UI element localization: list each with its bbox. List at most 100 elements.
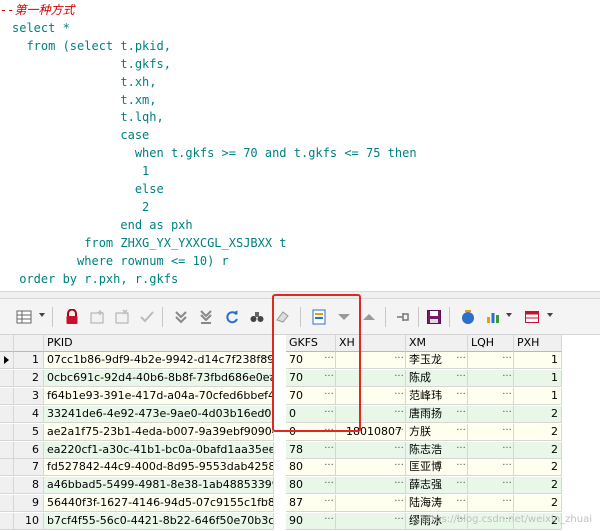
cell-editor-ellipsis-icon[interactable]: ··· bbox=[502, 388, 512, 405]
row-indicator[interactable] bbox=[0, 495, 14, 513]
cell-editor-ellipsis-icon[interactable]: ··· bbox=[456, 388, 466, 405]
cell-editor-ellipsis-icon[interactable]: ··· bbox=[502, 406, 512, 423]
cell-editor-ellipsis-icon[interactable]: ··· bbox=[456, 442, 466, 459]
cell-editor-ellipsis-icon[interactable]: ··· bbox=[456, 495, 466, 512]
cell-editor-ellipsis-icon[interactable]: ··· bbox=[324, 495, 334, 512]
column-header-lqh[interactable]: LQH bbox=[468, 335, 514, 352]
cell-pxh[interactable]: 2 bbox=[514, 405, 562, 423]
row-indicator[interactable] bbox=[0, 387, 14, 405]
result-grid[interactable]: PKID GKFS XH XM LQH PXH 1 07cc1b86-9df9-4b2e-99… bbox=[0, 335, 600, 531]
save-icon[interactable] bbox=[424, 307, 444, 327]
pane-splitter[interactable] bbox=[0, 291, 600, 299]
cell-editor-ellipsis-icon[interactable]: ··· bbox=[262, 406, 272, 423]
cell-editor-ellipsis-icon[interactable]: ··· bbox=[324, 513, 334, 530]
cell-pkid[interactable]: 56440f3f-1627-4146-94d5-07c9155c1fb8 bbox=[44, 495, 274, 513]
cell-editor-ellipsis-icon[interactable]: ··· bbox=[262, 424, 272, 441]
cell-editor-ellipsis-icon[interactable]: ··· bbox=[262, 513, 272, 530]
cell-pxh[interactable]: 1 bbox=[514, 352, 562, 369]
row-indicator[interactable] bbox=[0, 477, 14, 495]
table-row[interactable]: 5 ae2a1f75-23b1-4eda-b007-9a39ebf90904 ···… bbox=[0, 423, 600, 441]
cell-editor-ellipsis-icon[interactable]: ··· bbox=[324, 370, 334, 387]
cell-editor-ellipsis-icon[interactable]: ··· bbox=[324, 459, 334, 476]
column-header-gkfs[interactable]: GKFS bbox=[286, 335, 336, 352]
row-indicator[interactable] bbox=[0, 441, 14, 459]
row-indicator[interactable] bbox=[0, 369, 14, 387]
cell-editor-ellipsis-icon[interactable]: ··· bbox=[502, 424, 512, 441]
chart-icon[interactable] bbox=[483, 307, 503, 327]
table-row[interactable]: 2 0cbc691c-92d4-40b6-8b8f-73fbd686e0ea ···… bbox=[0, 369, 600, 387]
lock-icon[interactable] bbox=[62, 307, 82, 327]
row-indicator[interactable] bbox=[0, 423, 14, 441]
cell-editor-ellipsis-icon[interactable]: ··· bbox=[324, 352, 334, 369]
cell-pkid[interactable]: 33241de6-4e92-473e-9ae0-4d03b16ed084 bbox=[44, 405, 274, 423]
cell-pxh[interactable]: 1 bbox=[514, 369, 562, 387]
cell-pxh[interactable]: 2 bbox=[514, 423, 562, 441]
chevron-down-icon[interactable] bbox=[39, 313, 45, 317]
cell-editor-ellipsis-icon[interactable]: ··· bbox=[394, 370, 404, 387]
cell-editor-ellipsis-icon[interactable]: ··· bbox=[502, 459, 512, 476]
cell-editor-ellipsis-icon[interactable]: ··· bbox=[394, 388, 404, 405]
cell-editor-ellipsis-icon[interactable]: ··· bbox=[456, 424, 466, 441]
cell-editor-ellipsis-icon[interactable]: ··· bbox=[324, 388, 334, 405]
cell-pkid[interactable]: 0cbc691c-92d4-40b6-8b8f-73fbd686e0ea bbox=[44, 369, 274, 387]
table-row[interactable]: 8 a46bbad5-5499-4981-8e38-1ab488533998 ···… bbox=[0, 477, 600, 495]
cell-editor-ellipsis-icon[interactable]: ··· bbox=[394, 406, 404, 423]
cell-editor-ellipsis-icon[interactable]: ··· bbox=[262, 477, 272, 494]
cell-pkid[interactable]: b7cf4f55-56c0-4421-8b22-646f50e70b3c bbox=[44, 513, 274, 531]
current-row-indicator[interactable] bbox=[0, 352, 14, 369]
cell-editor-ellipsis-icon[interactable]: ··· bbox=[394, 442, 404, 459]
fetch-all-icon[interactable] bbox=[196, 307, 216, 327]
cell-editor-ellipsis-icon[interactable]: ··· bbox=[502, 370, 512, 387]
cell-editor-ellipsis-icon[interactable]: ··· bbox=[456, 459, 466, 476]
cell-editor-ellipsis-icon[interactable]: ··· bbox=[262, 495, 272, 512]
cell-pkid[interactable]: ae2a1f75-23b1-4eda-b007-9a39ebf90904 bbox=[44, 423, 274, 441]
sql-editor[interactable]: --第一种方式 select * from (select t.pkid, t.g… bbox=[0, 0, 600, 291]
cell-editor-ellipsis-icon[interactable]: ··· bbox=[324, 442, 334, 459]
row-indicator[interactable] bbox=[0, 405, 14, 423]
delete-record-icon[interactable] bbox=[112, 307, 132, 327]
cell-editor-ellipsis-icon[interactable]: ··· bbox=[262, 442, 272, 459]
cell-editor-ellipsis-icon[interactable]: ··· bbox=[394, 459, 404, 476]
cell-pkid[interactable]: fd527842-44c9-400d-8d95-9553dab42588 bbox=[44, 459, 274, 477]
export-icon[interactable] bbox=[458, 307, 478, 327]
cell-pxh[interactable]: 2 bbox=[514, 477, 562, 495]
chevron-down-icon[interactable] bbox=[506, 313, 512, 317]
table-row[interactable]: 6 ea220cf1-a30c-41b1-bc0a-0bafd1aa35ee ···… bbox=[0, 441, 600, 459]
sort-up-icon[interactable] bbox=[359, 307, 379, 327]
fetch-next-icon[interactable] bbox=[171, 307, 191, 327]
table-row[interactable]: 7 fd527842-44c9-400d-8d95-9553dab42588 ···… bbox=[0, 459, 600, 477]
find-icon[interactable] bbox=[247, 307, 267, 327]
table-row[interactable]: 1 07cc1b86-9df9-4b2e-9942-d14c7f238f89 ···… bbox=[0, 352, 600, 369]
cell-editor-ellipsis-icon[interactable]: ··· bbox=[324, 406, 334, 423]
cell-editor-ellipsis-icon[interactable]: ··· bbox=[324, 477, 334, 494]
table-row[interactable]: 4 33241de6-4e92-473e-9ae0-4d03b16ed084 ···… bbox=[0, 405, 600, 423]
cell-pxh[interactable]: 2 bbox=[514, 495, 562, 513]
grid-options-icon[interactable] bbox=[14, 307, 34, 327]
cell-editor-ellipsis-icon[interactable]: ··· bbox=[262, 388, 272, 405]
cell-editor-ellipsis-icon[interactable]: ··· bbox=[394, 352, 404, 369]
cell-editor-ellipsis-icon[interactable]: ··· bbox=[394, 513, 404, 530]
cell-pkid[interactable]: ea220cf1-a30c-41b1-bc0a-0bafd1aa35ee bbox=[44, 441, 274, 459]
cell-editor-ellipsis-icon[interactable]: ··· bbox=[456, 406, 466, 423]
table-row[interactable]: 9 56440f3f-1627-4146-94d5-07c9155c1fb8 ···… bbox=[0, 495, 600, 513]
add-record-icon[interactable] bbox=[87, 307, 107, 327]
cell-editor-ellipsis-icon[interactable]: ··· bbox=[262, 370, 272, 387]
cell-editor-ellipsis-icon[interactable]: ··· bbox=[394, 477, 404, 494]
filter-icon[interactable] bbox=[334, 307, 354, 327]
cell-editor-ellipsis-icon[interactable]: ··· bbox=[502, 442, 512, 459]
query-by-example-icon[interactable] bbox=[309, 307, 329, 327]
cell-editor-ellipsis-icon[interactable]: ··· bbox=[394, 424, 404, 441]
cell-editor-ellipsis-icon[interactable]: ··· bbox=[502, 477, 512, 494]
cell-editor-ellipsis-icon[interactable]: ··· bbox=[394, 495, 404, 512]
cell-editor-ellipsis-icon[interactable]: ··· bbox=[456, 352, 466, 369]
cell-pxh[interactable]: 2 bbox=[514, 441, 562, 459]
cell-pxh[interactable]: 2 bbox=[514, 459, 562, 477]
cell-editor-ellipsis-icon[interactable]: ··· bbox=[502, 495, 512, 512]
row-indicator[interactable] bbox=[0, 513, 14, 531]
pin-icon[interactable] bbox=[393, 307, 413, 327]
post-icon[interactable] bbox=[137, 307, 157, 327]
cell-pkid[interactable]: f64b1e93-391e-417d-a04a-70cfed6bbef4 bbox=[44, 387, 274, 405]
cell-editor-ellipsis-icon[interactable]: ··· bbox=[456, 477, 466, 494]
splitter-grip[interactable] bbox=[290, 294, 310, 296]
clear-icon[interactable] bbox=[272, 307, 292, 327]
